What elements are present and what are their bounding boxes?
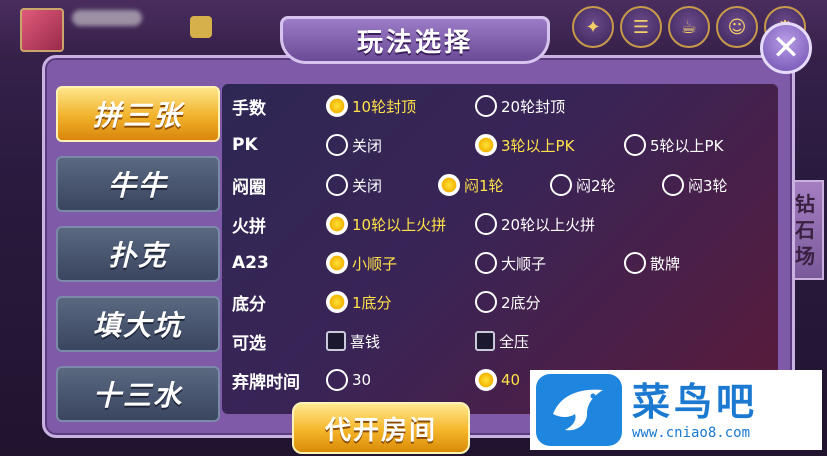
radio-icon[interactable] bbox=[662, 174, 684, 196]
radio-selected-icon[interactable] bbox=[326, 213, 348, 235]
tab-pin-san-zhang[interactable]: 拼三张 bbox=[56, 86, 220, 142]
row-label: 底分 bbox=[232, 294, 266, 315]
option-label: 喜钱 bbox=[350, 332, 381, 351]
bird-logo-svg bbox=[553, 389, 603, 431]
radio-selected-icon[interactable] bbox=[326, 291, 348, 313]
option-label: 1底分 bbox=[352, 293, 392, 312]
row-label: A23 bbox=[232, 253, 269, 273]
radio-option[interactable]: 闷2轮 bbox=[550, 174, 616, 196]
gift-icon[interactable]: ✦ bbox=[572, 6, 614, 48]
radio-selected-icon[interactable] bbox=[326, 95, 348, 117]
option-label: 闷1轮 bbox=[464, 176, 504, 195]
radio-icon[interactable] bbox=[475, 95, 497, 117]
radio-option[interactable]: 3轮以上PK bbox=[475, 134, 574, 156]
radio-option[interactable]: 10轮封顶 bbox=[326, 95, 416, 117]
option-label: 20轮以上火拼 bbox=[501, 215, 596, 234]
bird-logo-icon bbox=[536, 374, 622, 446]
game-type-tabs: 拼三张 牛牛 扑克 填大坑 十三水 bbox=[56, 86, 220, 422]
option-label: 10轮以上火拼 bbox=[352, 215, 447, 234]
radio-icon[interactable] bbox=[326, 134, 348, 156]
side-tab-char: 石 bbox=[795, 218, 815, 242]
service-icon[interactable]: ☺ bbox=[716, 6, 758, 48]
tab-shi-san-shui[interactable]: 十三水 bbox=[56, 366, 220, 422]
row-label: 火拼 bbox=[232, 216, 266, 237]
radio-icon[interactable] bbox=[624, 134, 646, 156]
option-label: 2底分 bbox=[501, 293, 541, 312]
row-label: 闷圈 bbox=[232, 177, 266, 198]
radio-icon[interactable] bbox=[326, 369, 348, 391]
radio-option[interactable]: 20轮封顶 bbox=[475, 95, 565, 117]
watermark-brand: 菜鸟吧 bbox=[632, 379, 759, 424]
row-label: 弃牌时间 bbox=[232, 372, 300, 393]
radio-option[interactable]: 10轮以上火拼 bbox=[326, 213, 446, 235]
row-label: 手数 bbox=[232, 98, 266, 119]
radio-selected-icon[interactable] bbox=[475, 134, 497, 156]
radio-option[interactable]: 30 bbox=[326, 369, 371, 391]
option-label: 30 bbox=[352, 371, 372, 389]
radio-option[interactable]: 关闭 bbox=[326, 134, 382, 156]
player-name-blurred bbox=[72, 10, 142, 26]
option-label: 40 bbox=[501, 371, 521, 389]
side-tab-char: 场 bbox=[795, 244, 815, 268]
radio-option[interactable]: 闷3轮 bbox=[662, 174, 728, 196]
watermark: 菜鸟吧 www.cniao8.com bbox=[530, 370, 822, 450]
radio-option[interactable]: 大顺子 bbox=[475, 252, 546, 274]
radio-option[interactable]: 闷1轮 bbox=[438, 174, 504, 196]
cup-icon[interactable]: ☕ bbox=[668, 6, 710, 48]
checkbox-icon[interactable] bbox=[475, 331, 495, 351]
radio-option[interactable]: 20轮以上火拼 bbox=[475, 213, 595, 235]
checkbox-option[interactable]: 喜钱 bbox=[326, 331, 380, 352]
watermark-text: 菜鸟吧 www.cniao8.com bbox=[632, 379, 758, 441]
option-label: 关闭 bbox=[352, 136, 383, 155]
tab-pu-ke[interactable]: 扑克 bbox=[56, 226, 220, 282]
open-room-button[interactable]: 代开房间 bbox=[292, 402, 470, 454]
tab-niu-niu[interactable]: 牛牛 bbox=[56, 156, 220, 212]
close-icon: ✕ bbox=[771, 28, 801, 68]
radio-option[interactable]: 40 bbox=[475, 369, 520, 391]
row-label: PK bbox=[232, 135, 258, 155]
radio-option[interactable]: 小顺子 bbox=[326, 252, 397, 274]
radio-icon[interactable] bbox=[475, 213, 497, 235]
radio-option[interactable]: 散牌 bbox=[624, 252, 680, 274]
option-label: 小顺子 bbox=[352, 254, 398, 273]
watermark-url: www.cniao8.com bbox=[632, 425, 751, 441]
row-label: 可选 bbox=[232, 333, 266, 354]
option-label: 5轮以上PK bbox=[650, 136, 724, 155]
radio-option[interactable]: 5轮以上PK bbox=[624, 134, 723, 156]
menu-icon[interactable]: ☰ bbox=[620, 6, 662, 48]
option-label: 闷3轮 bbox=[688, 176, 728, 195]
checkbox-option[interactable]: 全压 bbox=[475, 331, 529, 352]
radio-icon[interactable] bbox=[326, 174, 348, 196]
radio-icon[interactable] bbox=[550, 174, 572, 196]
radio-icon[interactable] bbox=[475, 291, 497, 313]
radio-selected-icon[interactable] bbox=[475, 369, 497, 391]
radio-icon[interactable] bbox=[624, 252, 646, 274]
radio-option[interactable]: 1底分 bbox=[326, 291, 392, 313]
tab-tian-da-keng[interactable]: 填大坑 bbox=[56, 296, 220, 352]
close-button[interactable]: ✕ bbox=[760, 22, 812, 74]
dialog-title: 玩法选择 bbox=[280, 16, 550, 64]
side-tab-char: 钻 bbox=[795, 192, 815, 216]
coin-icon bbox=[190, 16, 212, 38]
radio-icon[interactable] bbox=[475, 252, 497, 274]
option-label: 全压 bbox=[499, 332, 530, 351]
option-label: 闷2轮 bbox=[576, 176, 616, 195]
option-label: 关闭 bbox=[352, 176, 383, 195]
radio-option[interactable]: 2底分 bbox=[475, 291, 541, 313]
option-label: 散牌 bbox=[650, 254, 681, 273]
checkbox-icon[interactable] bbox=[326, 331, 346, 351]
option-label: 10轮封顶 bbox=[352, 97, 417, 116]
options-panel: 手数 10轮封顶 20轮封顶 PK 关闭 3轮以上PK 5轮以上PK 闷圈 关闭… bbox=[222, 84, 778, 414]
radio-selected-icon[interactable] bbox=[326, 252, 348, 274]
radio-selected-icon[interactable] bbox=[438, 174, 460, 196]
option-label: 20轮封顶 bbox=[501, 97, 566, 116]
option-label: 3轮以上PK bbox=[501, 136, 575, 155]
avatar[interactable] bbox=[20, 8, 64, 52]
radio-option[interactable]: 关闭 bbox=[326, 174, 382, 196]
option-label: 大顺子 bbox=[501, 254, 547, 273]
